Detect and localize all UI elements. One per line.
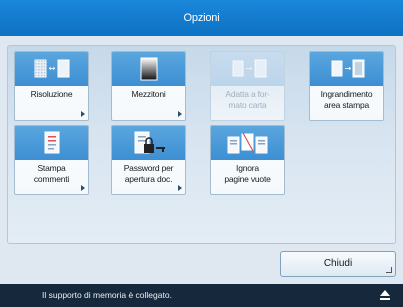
option-enlarge-print-area[interactable]: → Ingrandimento area stampa: [309, 51, 384, 121]
enlarge-print-area-icon: →: [331, 59, 364, 78]
tile-label: Ingrandimento area stampa: [320, 89, 373, 110]
close-button[interactable]: Chiudi: [280, 251, 396, 277]
tile-label: Ignora pagine vuote: [224, 163, 271, 184]
resolution-icon: ↔: [34, 59, 69, 78]
option-print-comments[interactable]: Stampa commenti: [14, 125, 89, 195]
option-doc-password[interactable]: Password per apertura doc.: [111, 125, 186, 195]
svg-text:↔: ↔: [48, 64, 55, 73]
options-panel: ↔ Risoluzione Mezzitoni → Adatta a for- …: [7, 45, 396, 244]
fit-paper-icon: →: [232, 59, 266, 78]
options-screen: Opzioni ↔ Risoluzione Mezzitoni → Adatta…: [0, 0, 403, 307]
title-bar: Opzioni: [0, 0, 403, 36]
skip-blank-pages-icon: [227, 132, 267, 154]
tile-label: Mezzitoni: [131, 89, 166, 99]
tile-label: Stampa commenti: [33, 163, 70, 184]
doc-password-icon: [134, 131, 165, 154]
submenu-arrow-icon: [81, 185, 85, 191]
window-title: Opzioni: [183, 12, 220, 24]
submenu-arrow-icon: [178, 111, 182, 117]
option-halftone[interactable]: Mezzitoni: [111, 51, 186, 121]
tile-label: Risoluzione: [30, 89, 73, 99]
option-skip-blank-pages[interactable]: Ignora pagine vuote: [210, 125, 285, 195]
option-resolution[interactable]: ↔ Risoluzione: [14, 51, 89, 121]
submenu-arrow-icon: [81, 111, 85, 117]
button-corner-icon: [386, 267, 392, 273]
tile-label: Password per apertura doc.: [123, 163, 174, 184]
submenu-arrow-icon: [178, 185, 182, 191]
print-comments-icon: [44, 131, 59, 154]
eject-icon[interactable]: [379, 289, 391, 301]
status-message: Il supporto di memoria è collegato.: [42, 290, 172, 300]
tile-label: Adatta a for- mato carta: [225, 89, 270, 110]
option-fit-paper[interactable]: → Adatta a for- mato carta: [210, 51, 285, 121]
status-bar: Il supporto di memoria è collegato.: [0, 284, 403, 307]
halftone-icon: [140, 57, 157, 81]
svg-text:→: →: [245, 64, 252, 73]
svg-text:→: →: [344, 64, 351, 73]
close-button-label: Chiudi: [323, 258, 353, 269]
